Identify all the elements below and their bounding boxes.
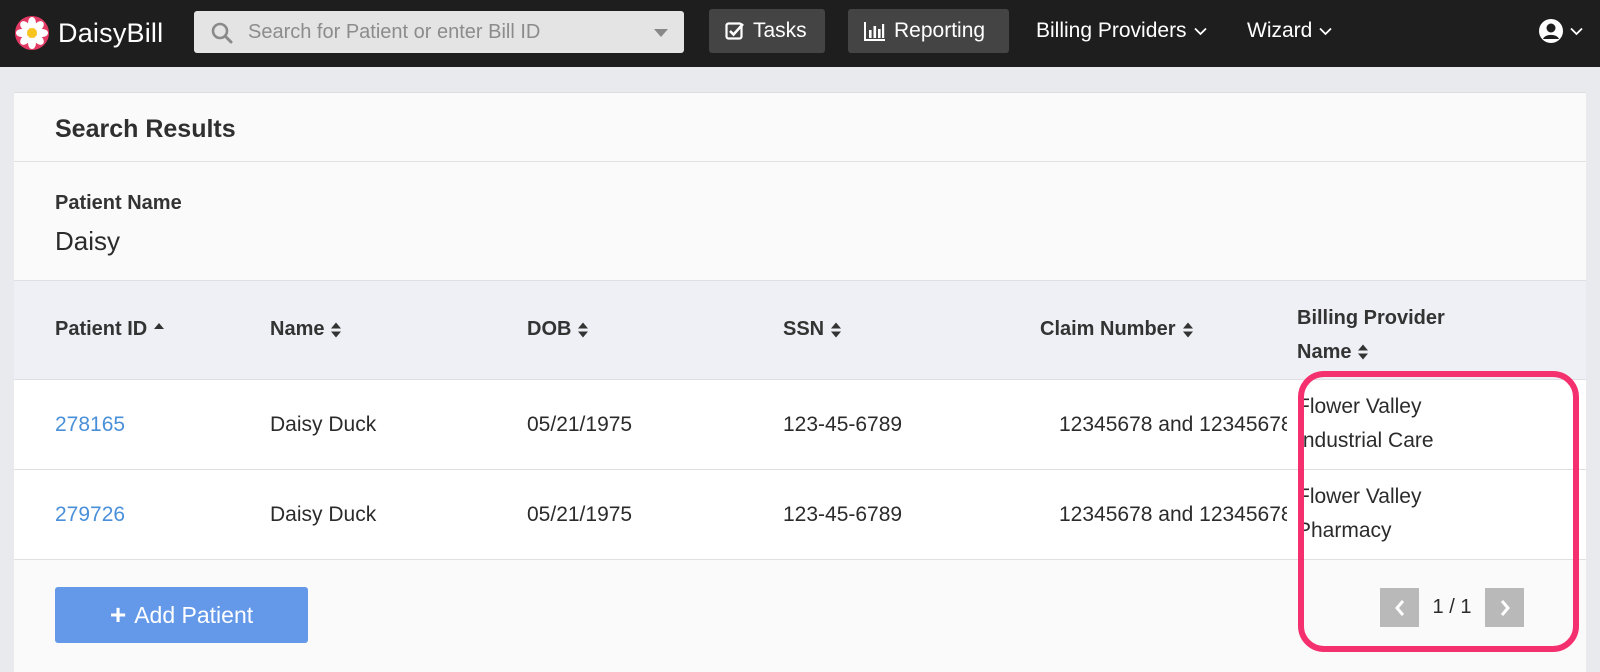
brand[interactable]: DaisyBill — [14, 13, 163, 53]
billing-provider-line: Flower Valley — [1297, 485, 1422, 508]
patient-name-cell: Daisy Duck — [270, 503, 377, 526]
billing-providers-menu[interactable]: Billing Providers — [1036, 9, 1207, 53]
dob-cell: 05/21/1975 — [527, 413, 633, 436]
page-indicator: 1 / 1 — [1432, 596, 1472, 618]
caret-down-icon[interactable] — [654, 29, 668, 37]
filter-label: Patient Name — [55, 192, 182, 214]
column-header-label: Name — [1297, 341, 1352, 363]
top-navbar: DaisyBill Tasks Reporting Billing Provid… — [0, 0, 1600, 67]
user-menu[interactable] — [1538, 18, 1583, 44]
claim-number-cell: 12345678 and 12345678 — [1059, 413, 1287, 436]
wizard-menu[interactable]: Wizard — [1247, 9, 1332, 53]
plus-icon: + — [109, 599, 127, 630]
column-header-label: Name — [270, 318, 325, 340]
billing-provider-cell: Flower Valley Industrial Care — [1297, 390, 1467, 458]
table-header: Patient ID Name DOB SSN Claim Number Bil… — [14, 280, 1586, 380]
column-header-label: Claim Number — [1040, 318, 1176, 340]
card-header: Search Results — [14, 93, 1586, 162]
dob-cell: 05/21/1975 — [527, 503, 633, 526]
chevron-right-icon — [1500, 599, 1510, 616]
search-results-card: Search Results Patient Name Daisy Patien… — [14, 92, 1586, 672]
wizard-label: Wizard — [1247, 19, 1313, 42]
sort-icon — [1182, 322, 1193, 337]
table-row: 279726 Daisy Duck 05/21/1975 123-45-6789… — [14, 470, 1586, 560]
previous-page-button[interactable] — [1380, 588, 1419, 627]
chevron-down-icon — [1193, 27, 1207, 35]
claim-number-cell: 12345678 and 12345678 — [1059, 503, 1287, 526]
sort-icon — [1358, 344, 1369, 360]
chevron-left-icon — [1394, 599, 1404, 616]
brand-name: DaisyBill — [58, 17, 164, 48]
add-patient-button[interactable]: + Add Patient — [55, 587, 308, 643]
ssn-cell: 123-45-6789 — [783, 413, 903, 436]
column-header-label: DOB — [527, 318, 572, 340]
search-icon — [211, 22, 233, 44]
reporting-label: Reporting — [894, 19, 986, 42]
sort-icon — [831, 322, 842, 337]
next-page-button[interactable] — [1485, 588, 1524, 627]
add-patient-label: Add Patient — [134, 601, 254, 628]
column-header-patient-id[interactable]: Patient ID — [55, 318, 165, 341]
column-header-billing-provider-name[interactable]: Billing Provider Name — [1297, 301, 1445, 369]
tasks-button[interactable]: Tasks — [709, 9, 825, 53]
daisy-logo-icon — [15, 16, 49, 50]
chevron-down-icon — [1570, 27, 1583, 35]
column-header-dob[interactable]: DOB — [527, 318, 589, 341]
column-header-label: Billing Provider — [1297, 307, 1445, 329]
billing-provider-line: Pharmacy — [1297, 519, 1392, 542]
chevron-down-icon — [1319, 27, 1332, 35]
sort-icon — [578, 322, 589, 337]
tasks-label: Tasks — [753, 19, 807, 42]
patient-search[interactable] — [194, 11, 684, 53]
patient-id-link[interactable]: 279726 — [55, 503, 125, 527]
bar-chart-icon — [864, 22, 885, 41]
column-header-label: SSN — [783, 318, 825, 340]
reporting-button[interactable]: Reporting — [848, 9, 1009, 53]
search-input[interactable] — [248, 11, 628, 53]
sort-icon — [331, 322, 342, 337]
sort-asc-icon — [154, 322, 165, 329]
patient-id-link[interactable]: 278165 — [55, 413, 125, 437]
column-header-label: Patient ID — [55, 318, 148, 340]
billing-provider-line: Industrial Care — [1297, 429, 1434, 452]
patient-name-cell: Daisy Duck — [270, 413, 377, 436]
filter-value: Daisy — [55, 226, 121, 256]
billing-providers-label: Billing Providers — [1036, 19, 1187, 42]
billing-provider-line: Flower Valley — [1297, 395, 1422, 418]
billing-provider-cell: Flower Valley Pharmacy — [1297, 480, 1467, 548]
user-circle-icon — [1539, 19, 1563, 43]
pagination: 1 / 1 — [1380, 588, 1524, 627]
column-header-name[interactable]: Name — [270, 318, 342, 341]
claim-number-clip: 12345678 and 12345678 — [1059, 380, 1287, 469]
checkbox-icon — [725, 22, 744, 40]
table-row: 278165 Daisy Duck 05/21/1975 123-45-6789… — [14, 380, 1586, 470]
page-title: Search Results — [55, 115, 236, 143]
column-header-ssn[interactable]: SSN — [783, 318, 842, 341]
column-header-claim-number[interactable]: Claim Number — [1040, 318, 1194, 341]
ssn-cell: 123-45-6789 — [783, 503, 903, 526]
claim-number-clip: 12345678 and 12345678 — [1059, 470, 1287, 559]
